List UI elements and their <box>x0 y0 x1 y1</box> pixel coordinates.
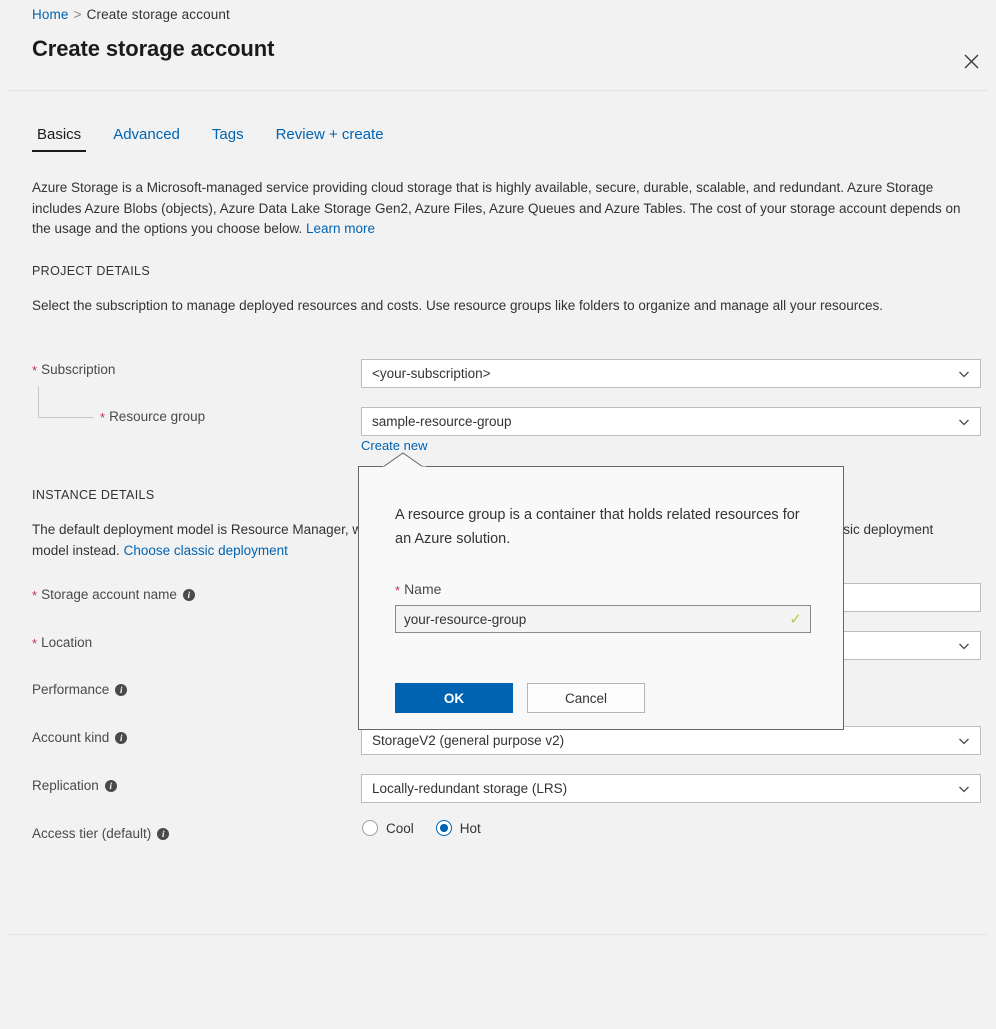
callout-name-label-text: Name <box>404 581 441 597</box>
access-tier-option-cool-label: Cool <box>386 821 414 836</box>
replication-dropdown[interactable]: Locally-redundant storage (LRS) <box>361 774 981 803</box>
required-indicator: * <box>32 589 37 602</box>
resource-group-label-text: Resource group <box>109 409 205 424</box>
callout-actions: OK Cancel <box>395 683 645 713</box>
required-indicator: * <box>32 364 37 377</box>
breadcrumb-current: Create storage account <box>87 7 230 22</box>
replication-value: Locally-redundant storage (LRS) <box>372 781 952 796</box>
access-tier-radio-group: Cool Hot <box>362 820 481 836</box>
storage-account-name-label-text: Storage account name <box>41 587 177 602</box>
info-icon[interactable]: i <box>115 732 127 744</box>
chevron-down-icon <box>958 416 970 428</box>
tab-review-create[interactable]: Review + create <box>271 126 389 152</box>
resource-group-label: * Resource group <box>100 409 205 424</box>
tab-tags[interactable]: Tags <box>207 126 249 152</box>
storage-account-name-label: * Storage account name i <box>32 587 195 602</box>
intro-paragraph: Azure Storage is a Microsoft-managed ser… <box>32 178 970 240</box>
close-icon[interactable] <box>952 42 990 80</box>
info-icon[interactable]: i <box>105 780 117 792</box>
info-icon[interactable]: i <box>157 828 169 840</box>
account-kind-dropdown[interactable]: StorageV2 (general purpose v2) <box>361 726 981 755</box>
create-new-resource-group-link[interactable]: Create new <box>361 438 427 453</box>
choose-classic-deployment-link[interactable]: Choose classic deployment <box>124 543 288 558</box>
callout-pointer <box>383 452 427 468</box>
info-icon[interactable]: i <box>115 684 127 696</box>
subscription-label: * Subscription <box>32 362 115 377</box>
required-indicator: * <box>395 584 400 597</box>
resource-group-dropdown[interactable]: sample-resource-group <box>361 407 981 436</box>
project-details-description: Select the subscription to manage deploy… <box>32 296 952 317</box>
account-kind-label-text: Account kind <box>32 730 109 745</box>
footer-bar: Review + create Previous Next : Advanced… <box>0 935 996 1029</box>
resource-group-name-value: your-resource-group <box>404 612 789 627</box>
intro-text: Azure Storage is a Microsoft-managed ser… <box>32 180 961 236</box>
learn-more-link[interactable]: Learn more <box>306 221 375 236</box>
subscription-label-text: Subscription <box>41 362 115 377</box>
subscription-value: <your-subscription> <box>372 366 952 381</box>
required-indicator: * <box>32 637 37 650</box>
page-title: Create storage account <box>32 36 274 62</box>
breadcrumb-home-link[interactable]: Home <box>32 7 69 22</box>
tab-bar: Basics Advanced Tags Review + create <box>32 126 389 152</box>
required-indicator: * <box>100 411 105 424</box>
chevron-down-icon <box>958 640 970 652</box>
access-tier-option-hot[interactable]: Hot <box>436 820 481 836</box>
radio-icon-selected <box>436 820 452 836</box>
chevron-down-icon <box>958 735 970 747</box>
breadcrumb-separator: > <box>74 7 82 22</box>
location-label: * Location <box>32 635 92 650</box>
account-kind-label: Account kind i <box>32 730 127 745</box>
chevron-down-icon <box>958 783 970 795</box>
subscription-dropdown[interactable]: <your-subscription> <box>361 359 981 388</box>
info-icon[interactable]: i <box>183 589 195 601</box>
performance-label-text: Performance <box>32 682 109 697</box>
create-resource-group-callout: A resource group is a container that hol… <box>358 466 844 730</box>
radio-icon <box>362 820 378 836</box>
resource-group-name-input[interactable]: your-resource-group ✓ <box>395 605 811 633</box>
replication-label-text: Replication <box>32 778 99 793</box>
tab-basics[interactable]: Basics <box>32 126 86 152</box>
resource-group-value: sample-resource-group <box>372 414 952 429</box>
tab-advanced[interactable]: Advanced <box>108 126 185 152</box>
breadcrumb: Home > Create storage account <box>32 7 230 22</box>
performance-label: Performance i <box>32 682 127 697</box>
callout-name-label: * Name <box>395 581 441 597</box>
header-divider <box>8 90 988 91</box>
location-label-text: Location <box>41 635 92 650</box>
chevron-down-icon <box>958 368 970 380</box>
project-details-heading: PROJECT DETAILS <box>32 264 150 278</box>
cancel-button[interactable]: Cancel <box>527 683 645 713</box>
callout-message: A resource group is a container that hol… <box>395 503 815 551</box>
account-kind-value: StorageV2 (general purpose v2) <box>372 733 952 748</box>
title-row: Create storage account <box>0 36 996 88</box>
instance-details-heading: INSTANCE DETAILS <box>32 488 155 502</box>
resource-group-tree-connector <box>38 386 94 418</box>
access-tier-option-hot-label: Hot <box>460 821 481 836</box>
access-tier-option-cool[interactable]: Cool <box>362 820 414 836</box>
access-tier-label-text: Access tier (default) <box>32 826 151 841</box>
access-tier-label: Access tier (default) i <box>32 826 169 841</box>
create-storage-account-blade: Home > Create storage account Create stora… <box>0 0 996 1029</box>
valid-check-icon: ✓ <box>789 612 802 627</box>
ok-button[interactable]: OK <box>395 683 513 713</box>
replication-label: Replication i <box>32 778 117 793</box>
